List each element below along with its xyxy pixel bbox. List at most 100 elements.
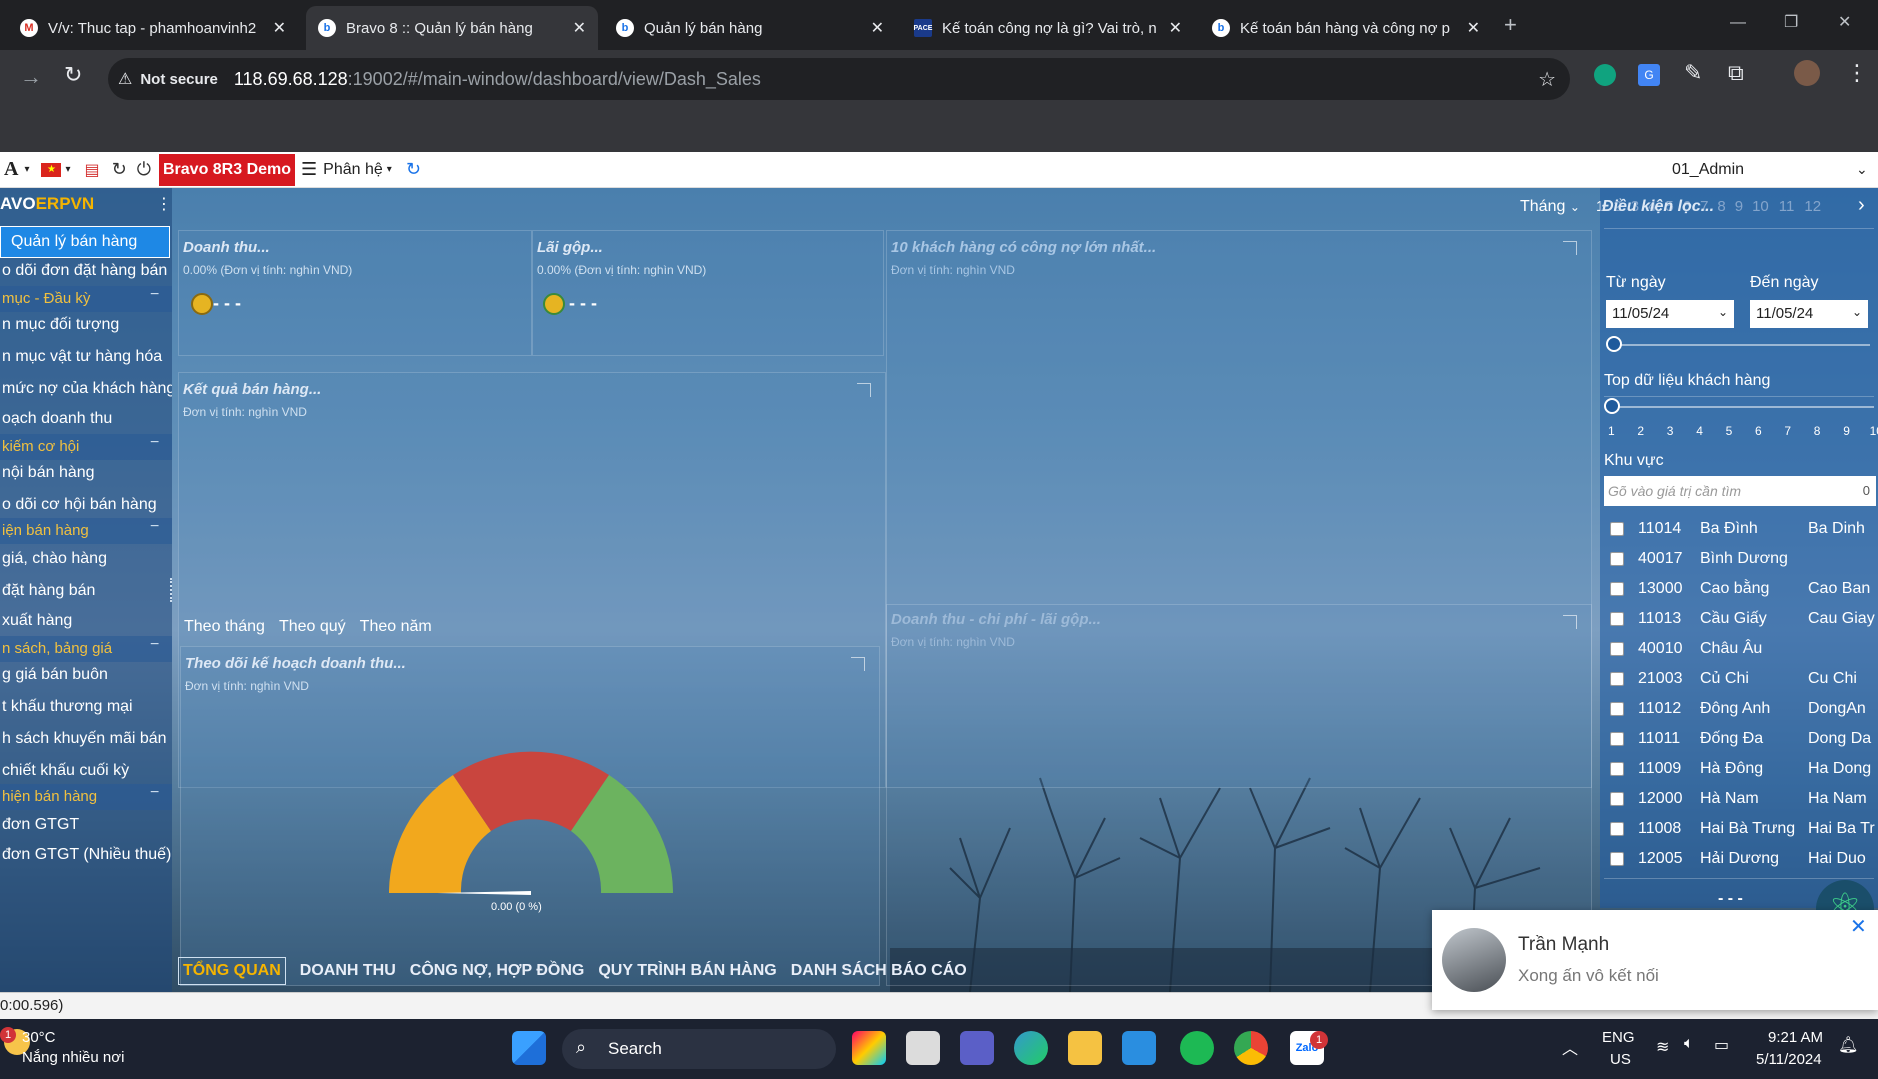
checkbox[interactable] <box>1610 582 1624 596</box>
checkbox[interactable] <box>1610 552 1624 566</box>
font-size-button[interactable]: A <box>4 158 18 181</box>
checkbox[interactable] <box>1610 822 1624 836</box>
sidebar-group[interactable]: iện bán hàng <box>0 518 172 544</box>
region-row[interactable]: 21003 Củ Chi Cu Chi <box>1608 666 1878 696</box>
month-label[interactable]: Tháng ⌄ <box>1520 198 1580 216</box>
plan-title[interactable]: Theo dõi kế hoạch doanh thu... <box>185 655 406 672</box>
tab-theo-thang[interactable]: Theo tháng <box>184 618 265 636</box>
taskbar-search[interactable]: ⌕ Search <box>562 1029 836 1069</box>
reload-icon[interactable]: ↻ <box>64 62 82 88</box>
edge-icon[interactable] <box>1014 1031 1048 1065</box>
checkbox[interactable] <box>1610 522 1624 536</box>
region-row[interactable]: 11012 Đông Anh DongAn <box>1608 696 1878 726</box>
sidebar-item-active[interactable]: Quản lý bán hàng <box>0 226 170 258</box>
tab-danh-sach-bao-cao[interactable]: DANH SÁCH BÁO CÁO <box>791 962 967 980</box>
copilot-icon[interactable] <box>852 1031 886 1065</box>
tab-gmail[interactable]: M V/v: Thuc tap - phamhoanvinh2 ✕ <box>8 6 298 50</box>
clock-time[interactable]: 9:21 AM <box>1768 1029 1823 1046</box>
top-slider-handle[interactable] <box>1604 398 1620 414</box>
checkbox[interactable] <box>1610 762 1624 776</box>
collapse-icon[interactable]: − <box>150 434 164 452</box>
clock-date[interactable]: 5/11/2024 <box>1756 1051 1822 1068</box>
battery-icon[interactable]: ▭ <box>1714 1035 1729 1055</box>
new-tab-button[interactable]: + <box>1504 12 1517 38</box>
chevron-right-icon[interactable]: › <box>1858 194 1865 217</box>
expand-icon[interactable] <box>857 383 871 397</box>
store-icon[interactable] <box>1122 1031 1156 1065</box>
region-row[interactable]: 40017 Bình Dương <box>1608 546 1878 576</box>
close-icon[interactable]: ✕ <box>1467 18 1480 38</box>
sidebar-group[interactable]: hiện bán hàng <box>0 784 172 810</box>
collapse-icon[interactable]: − <box>150 636 164 654</box>
checkbox[interactable] <box>1610 792 1624 806</box>
refresh-icon[interactable]: ↻ <box>112 159 127 180</box>
forward-icon[interactable]: → <box>20 64 42 90</box>
notification-bell-icon[interactable]: 🔔︎ <box>1838 1035 1858 1055</box>
windows-start-icon[interactable] <box>512 1031 546 1065</box>
sales-result-title[interactable]: Kết quả bán hàng... <box>183 381 321 398</box>
sidebar-item[interactable]: giá, chào hàng <box>0 546 172 572</box>
checkbox[interactable] <box>1610 672 1624 686</box>
tab-pace[interactable]: PACE Kế toán công nợ là gì? Vai trò, n ✕ <box>902 6 1194 50</box>
chevron-down-icon[interactable]: ⌄ <box>1856 161 1868 178</box>
date-slider-handle[interactable] <box>1606 336 1622 352</box>
sidebar-item[interactable]: n mục vật tư hàng hóa <box>0 344 172 370</box>
task-view-icon[interactable] <box>906 1031 940 1065</box>
close-icon[interactable]: ✕ <box>573 18 586 38</box>
tab-cong-no-hop-dong[interactable]: CÔNG NỢ, HỢP ĐỒNG <box>410 962 585 980</box>
chat-notification[interactable]: Trần Mạnh Xong ấn vô kết nối ✕ <box>1432 910 1878 1010</box>
checkbox[interactable] <box>1610 642 1624 656</box>
vietnam-flag-icon[interactable]: ★ <box>41 162 62 177</box>
tab-bravo-3[interactable]: b Kế toán bán hàng và công nợ p ✕ <box>1200 6 1492 50</box>
file-explorer-icon[interactable] <box>1068 1031 1102 1065</box>
module-menu[interactable]: Phân hệ <box>323 161 383 179</box>
power-icon[interactable]: ⏻ <box>137 159 151 180</box>
collapse-icon[interactable]: − <box>150 286 164 304</box>
omnibox[interactable]: ⚠ Not secure 118.69.68.128:19002/#/main-… <box>108 58 1570 100</box>
collapse-icon[interactable]: − <box>150 784 164 802</box>
tab-theo-nam[interactable]: Theo năm <box>360 618 432 636</box>
teams-icon[interactable] <box>960 1031 994 1065</box>
sidebar-group[interactable]: n sách, bảng giá <box>0 636 172 662</box>
close-window-icon[interactable]: ✕ <box>1838 12 1851 32</box>
checkbox[interactable] <box>1610 702 1624 716</box>
sync-icon[interactable]: ↻ <box>406 159 421 180</box>
pdf-icon[interactable]: ▤ <box>85 160 100 180</box>
expand-icon[interactable] <box>1563 241 1577 255</box>
sidebar-group[interactable]: kiếm cơ hội <box>0 434 172 460</box>
sidebar-item[interactable]: h sách khuyến mãi bán l <box>0 726 172 752</box>
tab-quy-trinh-ban-hang[interactable]: QUY TRÌNH BÁN HÀNG <box>598 962 776 980</box>
sidebar-item[interactable]: o dõi đơn đặt hàng bán <box>0 258 172 284</box>
extensions-puzzle-icon[interactable]: ⧉ <box>1728 60 1744 86</box>
sidebar-item[interactable]: g giá bán buôn <box>0 662 172 688</box>
sidebar-item[interactable]: nội bán hàng <box>0 460 172 486</box>
sidebar-item[interactable]: t khấu thương mại <box>0 694 172 720</box>
volume-icon[interactable]: 🔈︎ <box>1684 1035 1694 1053</box>
close-icon[interactable]: ✕ <box>1169 18 1182 38</box>
spotify-icon[interactable] <box>1180 1031 1214 1065</box>
expand-icon[interactable] <box>851 657 865 671</box>
sidebar-item[interactable]: đặt hàng bán <box>0 578 172 604</box>
maximize-icon[interactable]: ❐ <box>1784 12 1798 32</box>
region-row[interactable]: 11009 Hà Đông Ha Dong <box>1608 756 1878 786</box>
checkbox[interactable] <box>1610 612 1624 626</box>
region-row[interactable]: 13000 Cao bằng Cao Ban <box>1608 576 1878 606</box>
from-date-input[interactable]: 11/05/24 ⌄ <box>1606 300 1734 328</box>
security-label[interactable]: Not secure <box>140 71 218 88</box>
region-row[interactable]: 11013 Cầu Giấy Cau Giay <box>1608 606 1878 636</box>
user-menu[interactable]: 01_Admin <box>1672 161 1744 179</box>
region-row[interactable]: 11011 Đống Đa Dong Da <box>1608 726 1878 756</box>
revenue-title[interactable]: Doanh thu... <box>183 239 270 256</box>
chatgpt-extension-icon[interactable] <box>1594 64 1616 86</box>
translate-extension-icon[interactable]: G <box>1638 64 1660 86</box>
chrome-icon[interactable] <box>1234 1031 1268 1065</box>
top10-title[interactable]: 10 khách hàng có công nợ lớn nhất... <box>891 239 1156 256</box>
sidebar-menu-icon[interactable]: ⋮ <box>156 194 172 214</box>
profile-avatar[interactable] <box>1794 60 1820 86</box>
sidebar-item[interactable]: oạch doanh thu <box>0 406 172 432</box>
sidebar-item[interactable]: n mục đối tượng <box>0 312 172 338</box>
region-row[interactable]: 12005 Hải Dương Hai Duo <box>1608 846 1878 876</box>
weather-description[interactable]: Nắng nhiều nơi <box>22 1049 124 1066</box>
eyedropper-icon[interactable]: ✎ <box>1684 60 1702 86</box>
language-a[interactable]: ENG <box>1602 1029 1635 1046</box>
